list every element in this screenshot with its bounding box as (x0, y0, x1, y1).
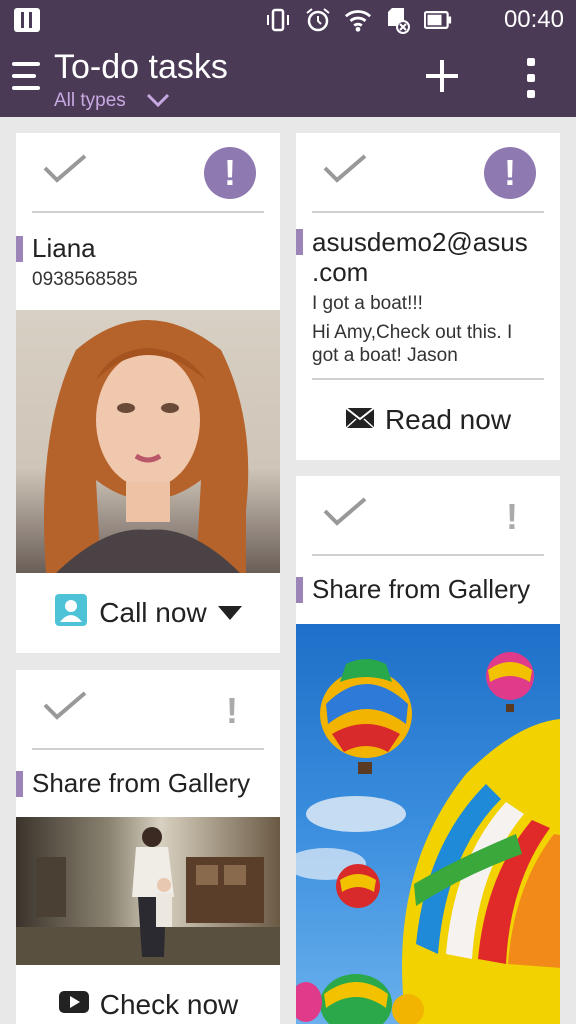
vibrate-icon (264, 6, 292, 34)
email-body-line2: got a boat! Jason (312, 345, 458, 366)
task-card-email[interactable]: ! asusdemo2@asus .com I got a boat!!! Hi… (296, 133, 560, 460)
contact-icon (53, 592, 89, 635)
type-marker (16, 236, 23, 262)
chevron-down-icon[interactable] (146, 92, 170, 113)
contact-phone: 0938568585 (32, 269, 138, 290)
divider (312, 211, 544, 213)
email-body-line1: Hi Amy,Check out this. I (312, 322, 513, 343)
email-subject: I got a boat!!! (312, 293, 423, 314)
divider (32, 211, 264, 213)
divider (312, 378, 544, 380)
wifi-icon (344, 6, 372, 34)
contact-name: Liana (32, 233, 96, 263)
contact-photo (16, 310, 280, 573)
settings-toggle-icon (14, 8, 40, 32)
app-bar: To-do tasks All types (0, 40, 576, 117)
check-icon[interactable] (322, 153, 368, 188)
add-task-button[interactable] (424, 58, 460, 94)
filter-dropdown[interactable]: All types (54, 90, 126, 112)
menu-icon[interactable] (12, 60, 40, 94)
status-time: 00:40 (503, 6, 564, 33)
check-now-button[interactable]: Check now (16, 980, 280, 1024)
email-sender-line1: asusdemo2@asus (312, 227, 528, 257)
task-card-gallery-video[interactable]: ! Share from Gallery Check now (16, 670, 280, 1024)
call-now-label: Call now (99, 597, 207, 628)
caret-down-icon[interactable] (217, 597, 243, 629)
divider (32, 748, 264, 750)
priority-icon[interactable]: ! (226, 690, 238, 732)
status-bar: 00:40 (0, 0, 576, 40)
check-now-label: Check now (99, 989, 239, 1020)
priority-high-icon[interactable]: ! (484, 147, 536, 199)
gallery-title: Share from Gallery (32, 768, 251, 798)
type-marker (296, 577, 303, 603)
call-now-button[interactable]: Call now (16, 588, 280, 638)
balloon-photo (296, 624, 560, 1024)
page-title: To-do tasks (54, 48, 228, 86)
more-options-icon[interactable] (524, 58, 538, 98)
type-marker (16, 771, 23, 797)
check-icon[interactable] (42, 153, 88, 188)
sd-card-icon (384, 6, 412, 34)
read-now-button[interactable]: Read now (296, 395, 560, 445)
task-card-contact[interactable]: ! Liana 0938568585 Call now (16, 133, 280, 653)
divider (312, 554, 544, 556)
priority-icon[interactable]: ! (506, 496, 518, 538)
type-marker (296, 229, 303, 255)
email-sender-line2: .com (312, 257, 369, 287)
gallery-title: Share from Gallery (312, 574, 531, 604)
task-card-gallery-image[interactable]: ! Share from Gallery (296, 476, 560, 1024)
battery-icon (424, 6, 452, 34)
read-now-label: Read now (384, 404, 512, 435)
alarm-icon (304, 6, 332, 34)
priority-high-icon[interactable]: ! (204, 147, 256, 199)
check-icon[interactable] (42, 690, 88, 725)
mail-icon (345, 404, 375, 436)
play-icon (58, 989, 90, 1021)
video-thumbnail (16, 817, 280, 965)
check-icon[interactable] (322, 496, 368, 531)
